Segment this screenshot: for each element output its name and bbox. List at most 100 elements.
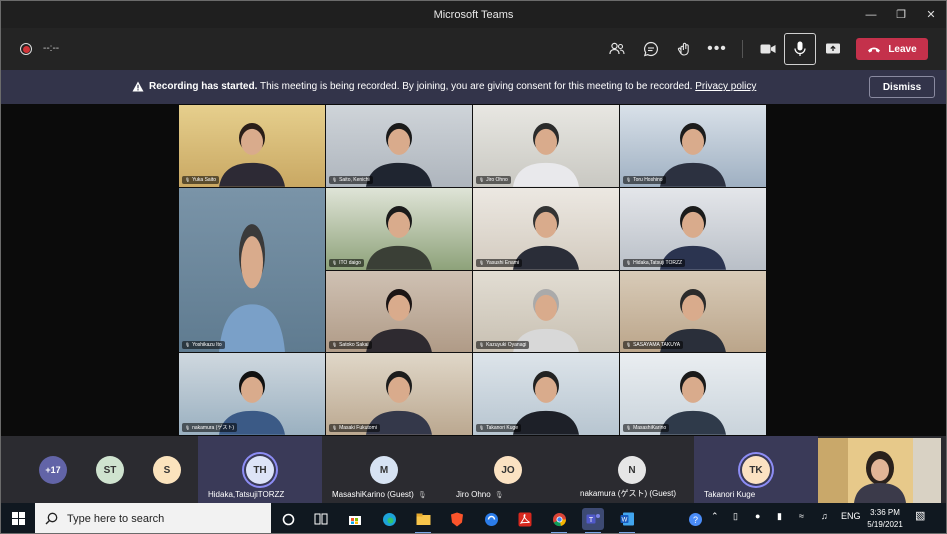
teams-window: Microsoft Teams — ❐ ✕ --:-- ••• Leave Re… [0, 0, 947, 534]
banner-title: Recording has started. [149, 81, 258, 92]
video-tile[interactable]: Hidaka,Tatsuji TORZZ [620, 187, 766, 270]
self-view-video[interactable] [818, 438, 941, 503]
video-tile[interactable]: Kazuyuki Oyanagi [473, 270, 619, 353]
overflow-participants-button[interactable]: +17 [39, 456, 67, 484]
privacy-policy-link[interactable]: Privacy policy [695, 81, 756, 92]
video-tile[interactable]: Takanori Kuge [473, 353, 619, 435]
video-tile[interactable]: Yuka Saito [179, 105, 325, 187]
participant-video [366, 205, 432, 270]
chrome-icon[interactable] [548, 508, 570, 533]
participant-tile[interactable]: M MasashiKarino (Guest) 🎙 [322, 436, 446, 503]
meeting-timer: --:-- [43, 43, 60, 54]
svg-text:?: ? [692, 515, 697, 525]
search-placeholder: Type here to search [67, 512, 165, 525]
participant-name: Jiro Ohno [456, 490, 491, 499]
video-tile[interactable]: Yoshikazu Ito [179, 187, 325, 353]
mic-muted-icon: 🎙 [494, 492, 504, 499]
participant-name: Takanori Kuge [704, 490, 756, 499]
participant-tile[interactable]: JO Jiro Ohno 🎙 [446, 436, 570, 503]
restore-icon[interactable]: ❐ [886, 1, 916, 28]
help-icon[interactable]: ? [684, 508, 706, 530]
participant-bar: +17 ST S TH Hidaka,TatsujiTORZZ M Masash… [1, 436, 946, 503]
window-title: Microsoft Teams [433, 8, 514, 21]
participant-video [660, 288, 726, 353]
video-tile-name: MasashiKarino [623, 424, 670, 432]
app-icon[interactable] [480, 508, 502, 530]
video-tile[interactable]: Satoko Sakai [326, 270, 472, 353]
video-tile-name: Yasushi Enami [476, 258, 523, 267]
video-tile[interactable]: SASAYAMA TAKUYA [620, 270, 766, 353]
minimize-icon[interactable]: — [856, 1, 886, 28]
clock-time: 3:36 PM [870, 508, 900, 517]
camera-icon[interactable] [756, 37, 780, 61]
video-tile-name: Jiro Ohno [476, 175, 511, 184]
search-icon [45, 512, 58, 525]
acrobat-icon[interactable] [514, 508, 536, 530]
participant-video [219, 122, 285, 187]
participant-video [660, 205, 726, 270]
show-hidden-icons-icon[interactable]: ⌃ [711, 511, 719, 522]
taskbar-clock[interactable]: 3:36 PM 5/19/2021 [863, 507, 907, 531]
toolbar-divider [742, 40, 743, 58]
participant-name-row: MasashiKarino (Guest) 🎙 [332, 490, 427, 499]
store-icon[interactable] [344, 508, 366, 530]
mic-muted-icon: 🎙 [417, 492, 427, 499]
video-tile[interactable]: Jiro Ohno [473, 105, 619, 187]
participant-tile[interactable]: TK Takanori Kuge [694, 436, 818, 503]
participant-video [366, 371, 432, 435]
chat-icon[interactable] [639, 37, 663, 61]
participant-avatar[interactable]: S [153, 456, 181, 484]
start-button[interactable] [1, 503, 35, 533]
meeting-toolbar: --:-- ••• Leave [1, 28, 946, 70]
participant-tile[interactable]: N nakamura (ゲスト) (Guest) [570, 436, 694, 503]
participant-video [660, 122, 726, 187]
edge-icon[interactable] [378, 508, 400, 530]
video-tile-name: Saito, Kenichi [329, 175, 373, 184]
share-screen-icon[interactable] [821, 37, 845, 61]
leave-label: Leave [888, 43, 917, 55]
participant-name: MasashiKarino (Guest) [332, 490, 414, 499]
video-tile-name: Yuka Saito [182, 175, 219, 184]
participant-tile[interactable]: TH Hidaka,TatsujiTORZZ [198, 436, 322, 503]
task-view-icon[interactable] [310, 508, 332, 530]
word-icon[interactable]: W [616, 508, 638, 533]
video-tile[interactable]: nakamura (ゲスト) [179, 353, 325, 435]
notifications-icon[interactable]: ▧ [915, 509, 925, 522]
window-controls: — ❐ ✕ [856, 1, 946, 28]
leave-button[interactable]: Leave [856, 38, 928, 60]
device-icon[interactable]: ▯ [733, 511, 738, 522]
wifi-icon[interactable]: ≈ [799, 511, 804, 521]
video-tile[interactable]: ITO daigo [326, 187, 472, 270]
taskbar-search[interactable]: Type here to search [35, 503, 271, 533]
brave-icon[interactable] [446, 508, 468, 530]
participant-name-row: Jiro Ohno 🎙 [456, 490, 504, 499]
file-explorer-icon[interactable] [412, 508, 434, 533]
participant-avatar[interactable]: ST [96, 456, 124, 484]
teams-icon[interactable]: T [582, 508, 604, 533]
input-language[interactable]: ENG [841, 511, 861, 521]
recording-banner: Recording has started. This meeting is b… [1, 70, 946, 104]
more-options-icon[interactable]: ••• [705, 37, 729, 61]
mic-button[interactable] [784, 33, 816, 65]
participant-avatar: TK [742, 456, 770, 484]
volume-icon[interactable]: ♫ [821, 511, 828, 521]
dismiss-button[interactable]: Dismiss [869, 76, 935, 98]
banner-message: This meeting is being recorded. By joini… [259, 81, 693, 92]
video-tile[interactable]: Masaki Fukutomi [326, 353, 472, 435]
battery-icon[interactable]: ▮ [777, 511, 782, 522]
video-tile[interactable]: Toru Hoshino [620, 105, 766, 187]
video-tile[interactable]: MasashiKarino [620, 353, 766, 435]
video-tile-name: Takanori Kuge [476, 424, 522, 432]
video-tile[interactable]: Yasushi Enami [473, 187, 619, 270]
tray-app-icon[interactable]: ● [755, 511, 760, 521]
cortana-icon[interactable] [277, 508, 299, 530]
participants-icon[interactable] [605, 37, 629, 61]
video-tile[interactable]: Saito, Kenichi [326, 105, 472, 187]
title-bar: Microsoft Teams — ❐ ✕ [1, 1, 946, 28]
windows-logo-icon [11, 512, 25, 525]
participant-avatar: TH [246, 456, 274, 484]
reactions-icon[interactable] [672, 37, 696, 61]
participant-avatar: N [618, 456, 646, 484]
svg-text:W: W [621, 518, 627, 524]
close-icon[interactable]: ✕ [916, 1, 946, 28]
